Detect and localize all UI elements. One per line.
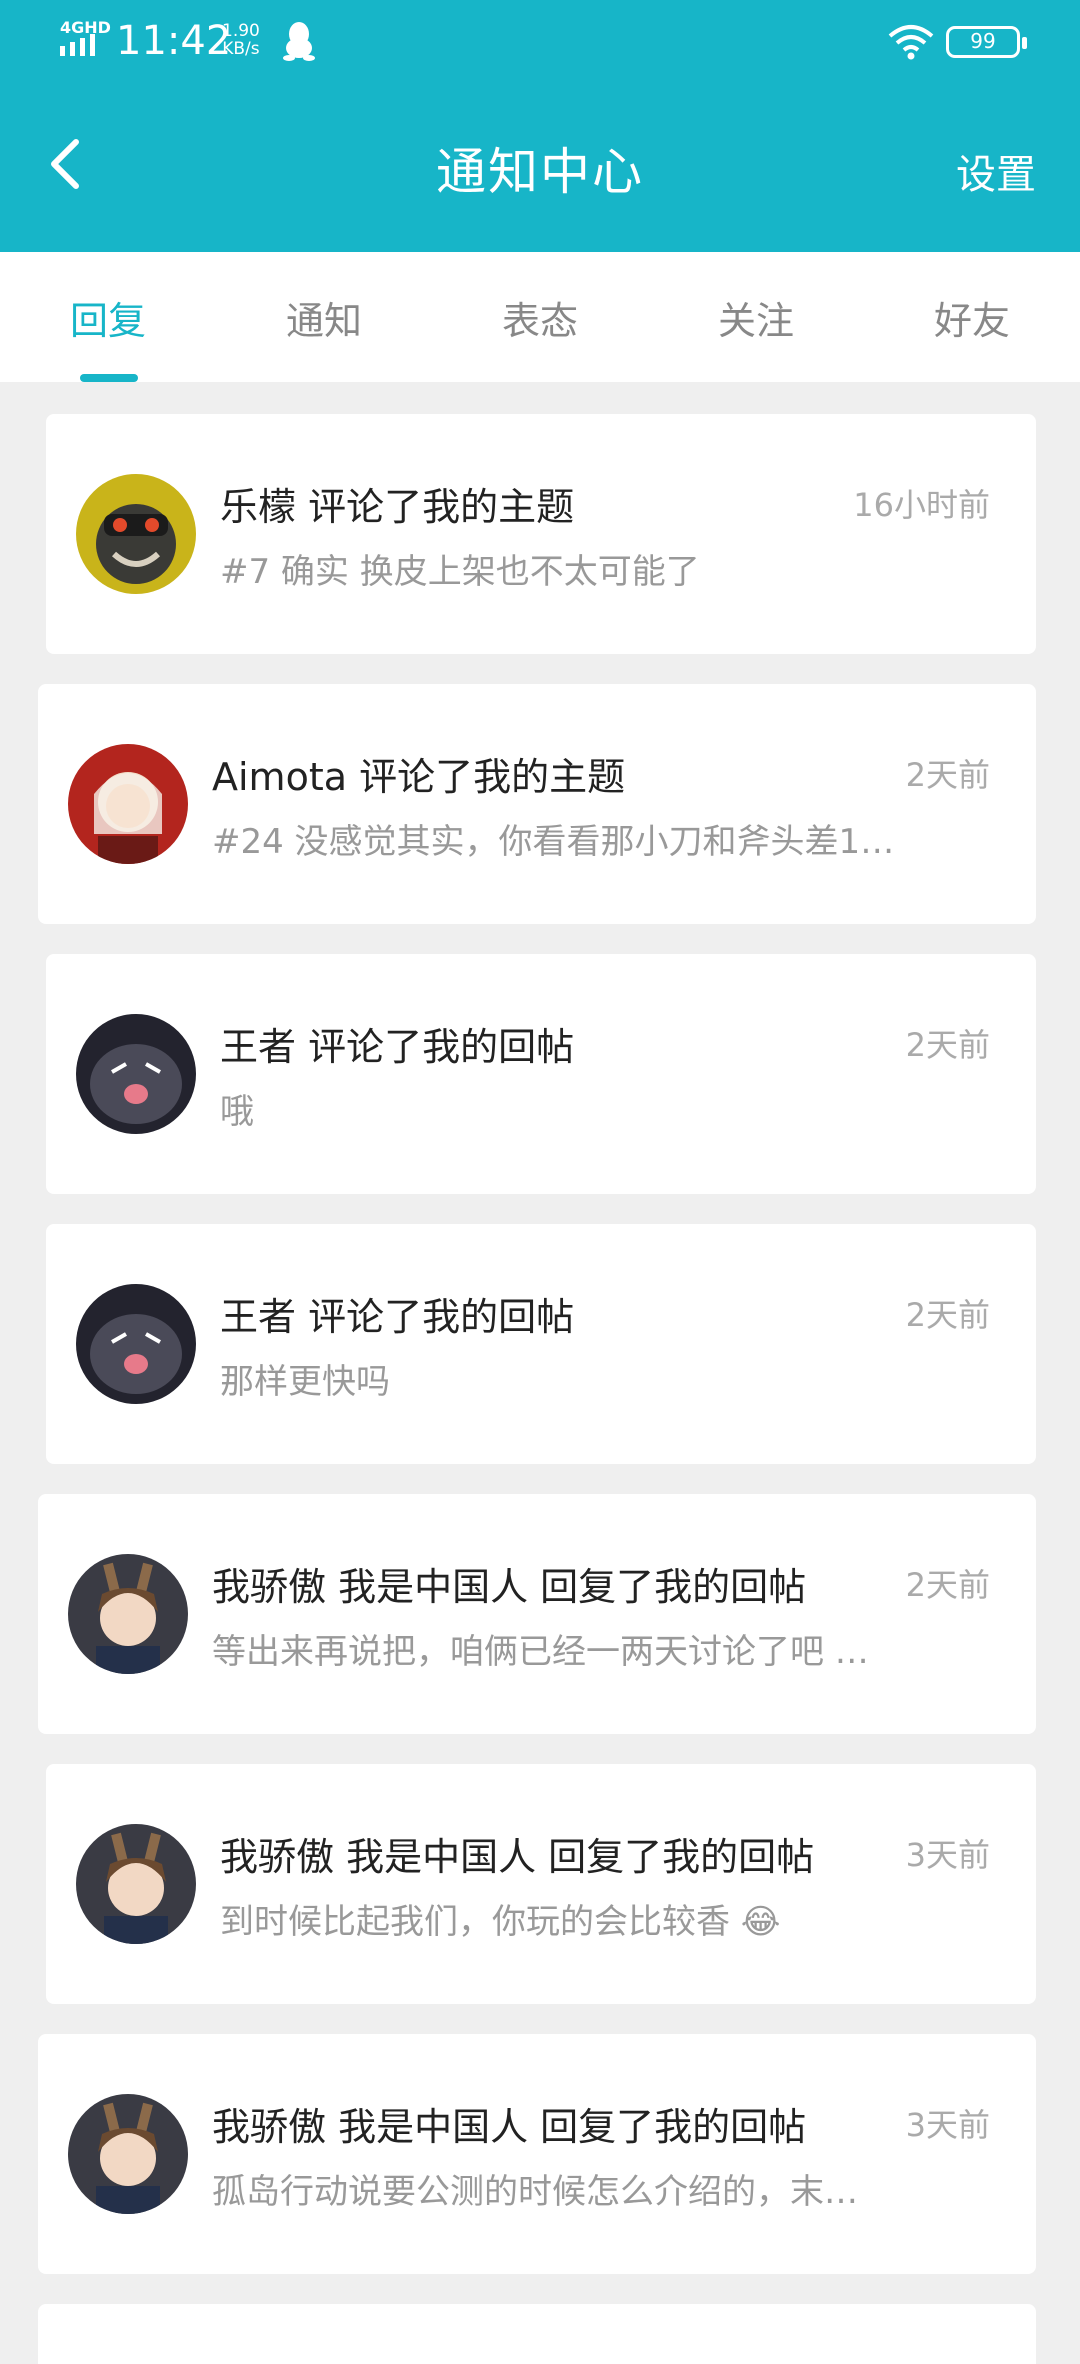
avatar[interactable] xyxy=(68,2094,188,2214)
signal-icon xyxy=(60,34,95,56)
network-speed: 1.90 KB/s xyxy=(222,22,260,58)
notification-title: 我骄傲 我是中国人 回复了我的回帖 xyxy=(212,2105,807,2149)
avatar[interactable] xyxy=(76,1824,196,1944)
avatar[interactable] xyxy=(68,1554,188,1674)
avatar[interactable] xyxy=(76,1014,196,1134)
notification-text: 哦 xyxy=(220,1092,254,1132)
qq-penguin-icon xyxy=(283,22,315,61)
avatar[interactable] xyxy=(76,1284,196,1404)
notification-text: #24 没感觉其实，你看看那小刀和斧头差1… xyxy=(212,822,895,862)
nav-bar: 通知中心 设置 xyxy=(0,100,1080,230)
notification-title: 我骄傲 我是中国人 回复了我的回帖 xyxy=(220,1835,815,1879)
notification-title: Aimota 评论了我的主题 xyxy=(212,755,626,799)
notification-text: 等出来再说把，咱俩已经一两天讨论了吧 … xyxy=(212,1632,869,1672)
notification-time: 3天前 xyxy=(905,1836,990,1874)
notification-time: 16小时前 xyxy=(853,486,990,524)
notification-card[interactable]: Aimota 评论了我的主题 2天前 #24 没感觉其实，你看看那小刀和斧头差1… xyxy=(38,684,1036,924)
page-title: 通知中心 xyxy=(436,143,644,201)
status-bar: 4GHD 11:42 1.90 KB/s 99 xyxy=(0,0,1080,90)
notification-time: 2天前 xyxy=(905,756,990,794)
notification-title: 王者 评论了我的回帖 xyxy=(220,1025,575,1069)
notification-time: 3天前 xyxy=(905,2106,990,2144)
avatar[interactable] xyxy=(68,744,188,864)
tab-reply[interactable]: 回复 xyxy=(28,290,188,345)
battery-icon: 99 xyxy=(946,26,1027,58)
app-header: 4GHD 11:42 1.90 KB/s 99 通知中心 设置 xyxy=(0,0,1080,252)
notification-card[interactable]: 我骄傲 我是中国人 回复了我的回帖 3天前 到时候比起我们，你玩的会比较香 😂 xyxy=(46,1764,1036,2004)
speed-value: 1.90 xyxy=(222,21,260,41)
notification-text: 到时候比起我们，你玩的会比较香 😂 xyxy=(220,1902,781,1942)
notification-title: 我骄傲 我是中国人 回复了我的回帖 xyxy=(212,1565,807,1609)
notification-card[interactable]: 王者 评论了我的回帖 2天前 哦 xyxy=(46,954,1036,1194)
notification-time: 2天前 xyxy=(905,1296,990,1334)
notification-time: 2天前 xyxy=(905,1026,990,1064)
notification-time: 2天前 xyxy=(905,1566,990,1604)
clock: 11:42 xyxy=(116,18,232,64)
tab-notice[interactable]: 通知 xyxy=(244,290,404,345)
notification-card[interactable]: 乐檬 评论了我的主题 16小时前 #7 确实 换皮上架也不太可能了 xyxy=(46,414,1036,654)
speed-unit: KB/s xyxy=(222,39,260,59)
settings-button[interactable]: 设置 xyxy=(956,142,1036,200)
notification-card-partial[interactable] xyxy=(38,2304,1036,2364)
tab-reaction[interactable]: 表态 xyxy=(460,290,620,345)
notification-card[interactable]: 我骄傲 我是中国人 回复了我的回帖 2天前 等出来再说把，咱俩已经一两天讨论了吧… xyxy=(38,1494,1036,1734)
tab-bar: 回复 通知 表态 关注 好友 xyxy=(0,252,1080,382)
notification-text: 孤岛行动说要公测的时候怎么介绍的，末… xyxy=(212,2172,858,2212)
notification-title: 乐檬 评论了我的主题 xyxy=(220,485,575,529)
notification-card[interactable]: 我骄傲 我是中国人 回复了我的回帖 3天前 孤岛行动说要公测的时候怎么介绍的，末… xyxy=(38,2034,1036,2274)
notification-text: #7 确实 换皮上架也不太可能了 xyxy=(220,552,700,592)
wifi-icon xyxy=(888,25,934,60)
notification-card[interactable]: 王者 评论了我的回帖 2天前 那样更快吗 xyxy=(46,1224,1036,1464)
notification-title: 王者 评论了我的回帖 xyxy=(220,1295,575,1339)
notification-text: 那样更快吗 xyxy=(220,1362,390,1402)
tab-follow[interactable]: 关注 xyxy=(676,290,836,345)
avatar[interactable] xyxy=(76,474,196,594)
tab-friends[interactable]: 好友 xyxy=(892,290,1052,345)
active-tab-indicator xyxy=(80,374,138,382)
